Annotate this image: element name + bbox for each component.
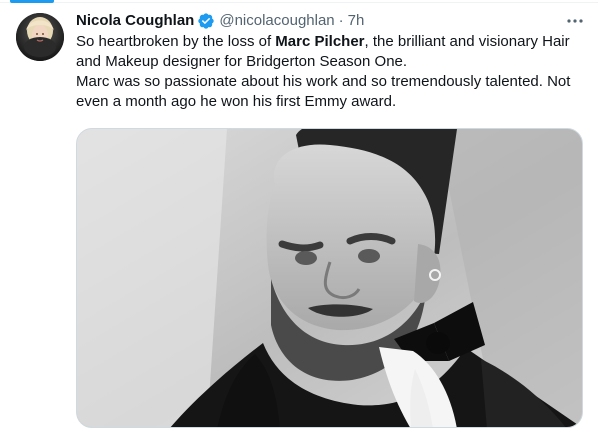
avatar[interactable]	[16, 13, 64, 61]
more-icon[interactable]	[566, 16, 584, 26]
tweet-text-bold-name: Marc Pilcher	[275, 33, 365, 50]
tweet-paragraph-2: Marc was so passionate about his work an…	[76, 73, 571, 110]
separator-dot: ·	[338, 12, 344, 29]
tweet-photo[interactable]	[76, 128, 583, 428]
verified-icon	[197, 12, 215, 30]
display-name[interactable]: Nicola Coughlan	[76, 11, 194, 31]
timestamp[interactable]: 7h	[348, 11, 365, 31]
handle[interactable]: @nicolacoughlan	[219, 11, 334, 31]
tweet-paragraph-1: So heartbroken by the loss of Marc Pilch…	[76, 32, 581, 72]
tweet-content: Nicola Coughlan @nicolacoughlan · 7h So …	[76, 10, 584, 112]
tweet[interactable]: Nicola Coughlan @nicolacoughlan · 7h So …	[0, 0, 598, 428]
tweet-header: Nicola Coughlan @nicolacoughlan · 7h	[76, 10, 584, 32]
tweet-text-prefix: So heartbroken by the loss of	[76, 33, 276, 50]
tweet-text: So heartbroken by the loss of Marc Pilch…	[76, 32, 581, 112]
